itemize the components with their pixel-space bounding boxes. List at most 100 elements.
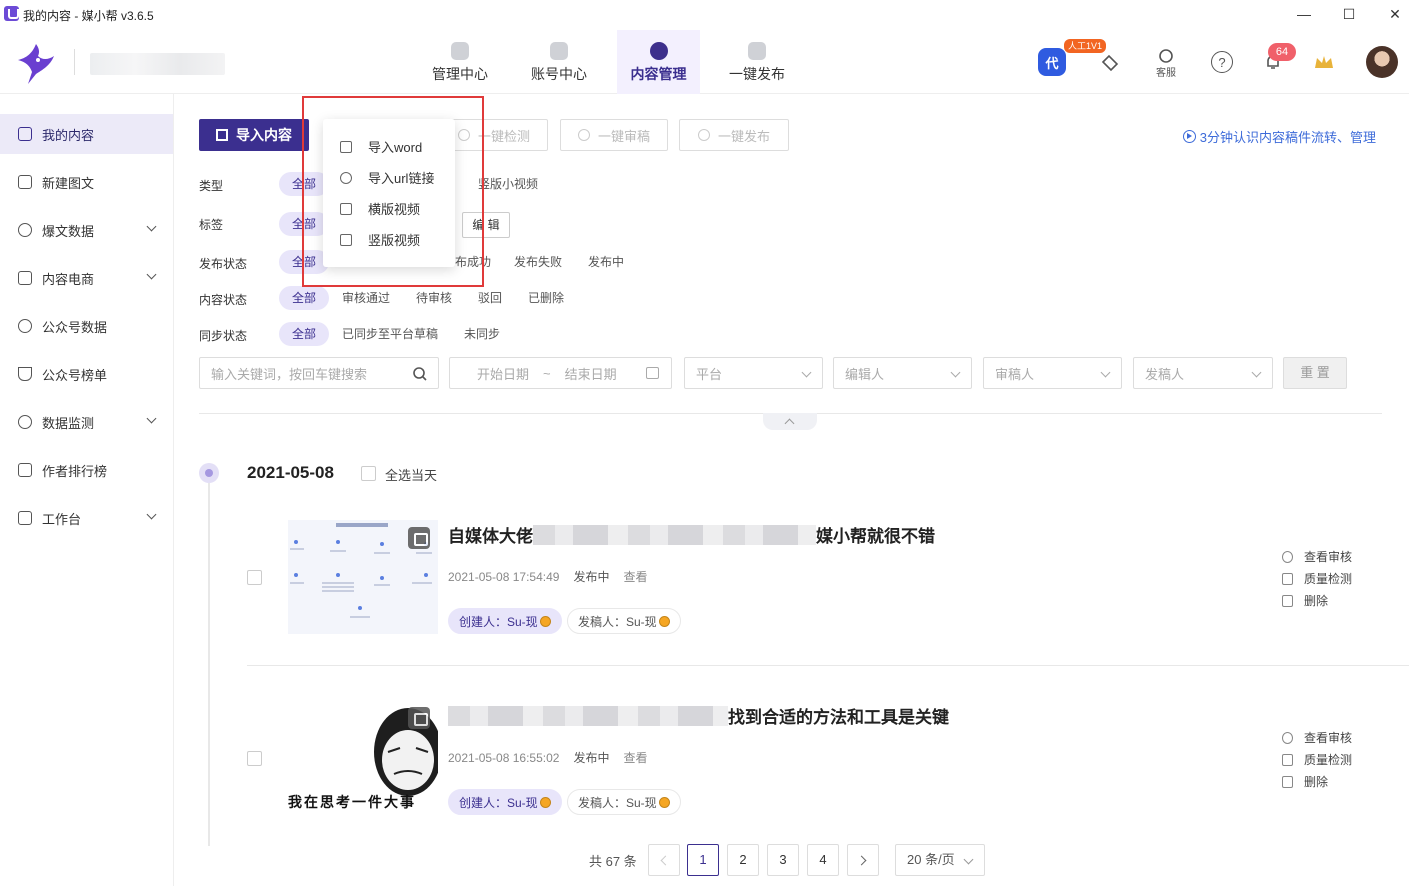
nav-label: 管理中心	[432, 66, 488, 82]
title-blurred-segment	[448, 706, 728, 726]
filter-label-publish-status: 发布状态	[199, 257, 248, 271]
shop-icon	[18, 271, 32, 285]
nav-management-center[interactable]: 管理中心	[418, 30, 502, 94]
user-list-icon	[18, 463, 32, 477]
sidebar-item-wechat-ranking[interactable]: 公众号榜单	[0, 354, 173, 394]
close-button[interactable]: ✕	[1384, 4, 1406, 24]
article-separator	[247, 665, 1409, 666]
prev-page-button[interactable]	[648, 844, 680, 876]
next-page-button[interactable]	[847, 844, 879, 876]
sidebar-item-hot-articles[interactable]: 爆文数据	[0, 210, 173, 250]
platform-select[interactable]: 平台	[684, 357, 823, 389]
customer-service-button[interactable]: 客服	[1152, 46, 1180, 80]
collapse-filters-button[interactable]	[763, 413, 817, 430]
chip-sync-none[interactable]: 未同步	[451, 322, 513, 346]
chip-content-all[interactable]: 全部	[279, 286, 330, 310]
sidebar-item-wechat-data[interactable]: 公众号数据	[0, 306, 173, 346]
window-titlebar: 我的内容 - 媒小帮 v3.6.5 — ☐ ✕	[0, 0, 1409, 30]
view-review-action[interactable]: 查看审核	[1282, 729, 1352, 746]
user-icon	[1282, 731, 1293, 744]
select-placeholder: 发稿人	[1145, 366, 1185, 382]
article-checkbox[interactable]	[247, 751, 262, 766]
quality-check-action[interactable]: 质量检测	[1282, 751, 1352, 768]
chevron-down-icon	[146, 413, 157, 424]
account-name-blurred	[90, 53, 225, 75]
page-1-button[interactable]: 1	[687, 844, 719, 876]
sidebar-item-workbench[interactable]: 工作台	[0, 498, 173, 538]
action-label: 质量检测	[1304, 753, 1353, 767]
publisher-select[interactable]: 发稿人	[1133, 357, 1273, 389]
vip-service-icon[interactable]: 代	[1038, 48, 1066, 76]
reviewer-select[interactable]: 审稿人	[983, 357, 1122, 389]
chip-content-approved[interactable]: 审核通过	[329, 286, 403, 310]
chip-content-rejected[interactable]: 驳回	[465, 286, 515, 310]
filter-label-sync-status: 同步状态	[199, 329, 248, 343]
view-review-action[interactable]: 查看审核	[1282, 548, 1352, 565]
article-title[interactable]: 找到合适的方法和工具是关键	[448, 703, 949, 728]
reset-button[interactable]: 重 置	[1283, 357, 1347, 389]
article-meta: 2021-05-08 17:54:49 发布中 查看	[448, 568, 661, 585]
nav-one-click-publish[interactable]: 一键发布	[715, 30, 799, 94]
brand-logo-icon[interactable]	[14, 40, 56, 86]
select-day-checkbox[interactable]	[361, 466, 376, 481]
sidebar-item-monitoring[interactable]: 数据监测	[0, 402, 173, 442]
chip-publish-failed[interactable]: 发布失败	[501, 250, 575, 274]
chip-sync-all[interactable]: 全部	[279, 322, 330, 346]
delete-action[interactable]: 删除	[1282, 773, 1328, 790]
sidebar-item-ecommerce[interactable]: 内容电商	[0, 258, 173, 298]
page-2-button[interactable]: 2	[727, 844, 759, 876]
chip-content-deleted[interactable]: 已删除	[515, 286, 577, 310]
user-check-icon	[577, 129, 590, 141]
article-thumbnail[interactable]	[288, 520, 438, 634]
article-meta: 2021-05-08 16:55:02 发布中 查看	[448, 749, 661, 766]
chart-icon	[18, 223, 32, 237]
crown-icon[interactable]	[1312, 51, 1336, 73]
thumbnail-caption: 我在思考一件大事	[288, 795, 416, 811]
delete-action[interactable]: 删除	[1282, 592, 1328, 609]
page-3-button[interactable]: 3	[767, 844, 799, 876]
one-click-publish-button[interactable]: 一键发布	[679, 119, 789, 151]
help-icon[interactable]: ?	[1211, 51, 1233, 73]
article-thumbnail[interactable]: 我在思考一件大事	[288, 700, 438, 814]
article-checkbox[interactable]	[247, 570, 262, 585]
chip-publishing[interactable]: 发布中	[575, 250, 637, 274]
sidebar-item-label: 新建图文	[42, 175, 95, 191]
one-click-review-button[interactable]: 一键审稿	[560, 119, 668, 151]
sidebar-item-label: 我的内容	[42, 127, 95, 143]
tutorial-link[interactable]: 3分钟认识内容稿件流转、管理	[1182, 127, 1376, 146]
title-text-end: 找到合适的方法和工具是关键	[728, 708, 949, 727]
minimize-button[interactable]: —	[1293, 4, 1315, 24]
article-status: 发布中	[573, 751, 610, 765]
sidebar-item-new-article[interactable]: 新建图文	[0, 162, 173, 202]
article-view-link[interactable]: 查看	[623, 751, 647, 765]
article-view-link[interactable]: 查看	[623, 570, 647, 584]
action-label: 删除	[1304, 775, 1329, 789]
import-content-button[interactable]: 导入内容	[199, 119, 309, 151]
chevron-down-icon	[801, 367, 812, 378]
date-range-picker[interactable]: 开始日期 ~ 结束日期	[449, 357, 672, 389]
article-title[interactable]: 自媒体大佬 媒小帮就很不错	[448, 522, 935, 547]
handshake-icon[interactable]	[1099, 51, 1121, 73]
user-avatar[interactable]	[1366, 46, 1398, 78]
sidebar-item-label: 公众号数据	[42, 319, 108, 335]
maximize-button[interactable]: ☐	[1338, 4, 1360, 24]
chevron-down-icon	[146, 221, 157, 232]
page-4-button[interactable]: 4	[807, 844, 839, 876]
page-size-select[interactable]: 20 条/页	[895, 844, 985, 876]
chip-content-pending[interactable]: 待审核	[403, 286, 465, 310]
send-icon	[697, 129, 710, 141]
quality-check-action[interactable]: 质量检测	[1282, 570, 1352, 587]
filter-label-tag: 标签	[199, 218, 224, 232]
article-time: 2021-05-08 17:54:49	[448, 570, 560, 584]
publisher-label: 发稿人：Su-现	[578, 615, 657, 629]
sidebar-item-author-ranking[interactable]: 作者排行榜	[0, 450, 173, 490]
article-time: 2021-05-08 16:55:02	[448, 751, 560, 765]
nav-account-center[interactable]: 账号中心	[517, 30, 601, 94]
sidebar-item-my-content[interactable]: 我的内容	[0, 114, 173, 154]
chip-sync-draft[interactable]: 已同步至平台草稿	[329, 322, 451, 346]
keyword-search-input[interactable]: 输入关键词，按回车键搜索	[199, 357, 439, 389]
trophy-icon	[18, 367, 32, 381]
editor-select[interactable]: 编辑人	[833, 357, 972, 389]
service-label: 客服	[1156, 67, 1176, 79]
nav-content-management[interactable]: 内容管理	[617, 30, 700, 94]
